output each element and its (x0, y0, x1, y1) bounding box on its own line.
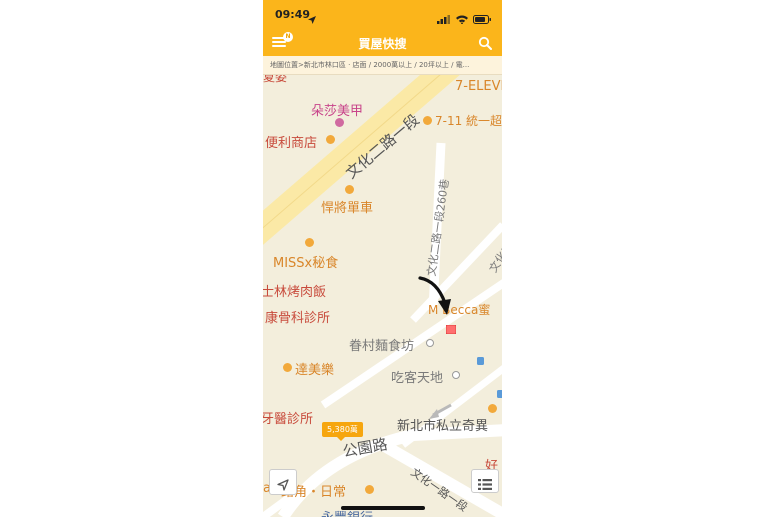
dot-marker-1 (426, 339, 434, 347)
nail-salon-icon (335, 118, 344, 127)
home-indicator[interactable] (341, 506, 425, 510)
nav-bar: N 買屋快搜 (263, 30, 502, 56)
poi-label-missx: MISSx秘食 (273, 256, 339, 271)
status-bar: 09:49 (263, 0, 502, 30)
list-icon (478, 475, 492, 494)
dot-marker-2 (452, 371, 460, 379)
map-view[interactable]: 文化二路一段 文化二路一段260巷 文化二 公園路 文化一路一段 夏姿 朵莎美甲… (263, 75, 502, 517)
poi-label-clinic: 牙醫診所 (263, 412, 314, 427)
phone-screen: 09:49 N 買屋快搜 地圖位置>新北市林口區 · 店面 / 2000萬以上 … (263, 0, 502, 517)
search-icon (478, 35, 492, 54)
poi-label-convenience: 便利商店 (265, 136, 318, 151)
location-arrow-icon (308, 9, 316, 28)
annotation-arrow-icon (418, 276, 451, 315)
poi-label-juancun: 眷村麵食坊 (349, 339, 415, 354)
poi-label-chike: 吃客天地 (391, 371, 444, 386)
poi-label-duosha: 朵莎美甲 (311, 104, 364, 119)
status-time: 09:49 (275, 8, 311, 21)
pizza-icon (283, 363, 292, 372)
search-button[interactable] (478, 35, 494, 51)
poi-label-dameile: 達美樂 (295, 363, 335, 378)
list-view-button[interactable] (471, 469, 499, 493)
navigation-arrow-icon (277, 476, 289, 495)
poi-label-shilin: 士林烤肉飯 (263, 285, 327, 300)
bike-shop-icon (345, 185, 354, 194)
filter-breadcrumb[interactable]: 地圖位置>新北市林口區 · 店面 / 2000萬以上 / 20坪以上 / 電..… (263, 56, 502, 75)
cafe-icon (365, 485, 374, 494)
battery-icon (473, 9, 492, 28)
listing-price-marker[interactable]: 5,380萬 (322, 422, 363, 441)
poi-label-hanjiang: 悍將單車 (321, 201, 374, 216)
page-title: 買屋快搜 (358, 37, 407, 51)
poi-label-top: 夏姿 (263, 75, 288, 84)
store-icon-1 (423, 116, 432, 125)
poi-label-kangjian: 康骨科診所 (265, 311, 331, 326)
poi-label-seven-top: 7-ELEVE (455, 79, 502, 94)
poi-label-seven-11: 7-11 統一超 (435, 114, 502, 128)
poi-label-school: 新北市私立奇異 (397, 419, 489, 434)
wifi-icon (456, 9, 468, 28)
restaurant-icon-1 (305, 238, 314, 247)
filter-text: 地圖位置>新北市林口區 · 店面 / 2000萬以上 / 20坪以上 / 電..… (270, 61, 470, 69)
convenience-store-icon (326, 135, 335, 144)
cellular-signal-icon (437, 9, 451, 28)
locate-me-button[interactable] (269, 469, 297, 495)
school-icon (488, 404, 497, 413)
listing-marker-icon[interactable] (445, 319, 457, 338)
